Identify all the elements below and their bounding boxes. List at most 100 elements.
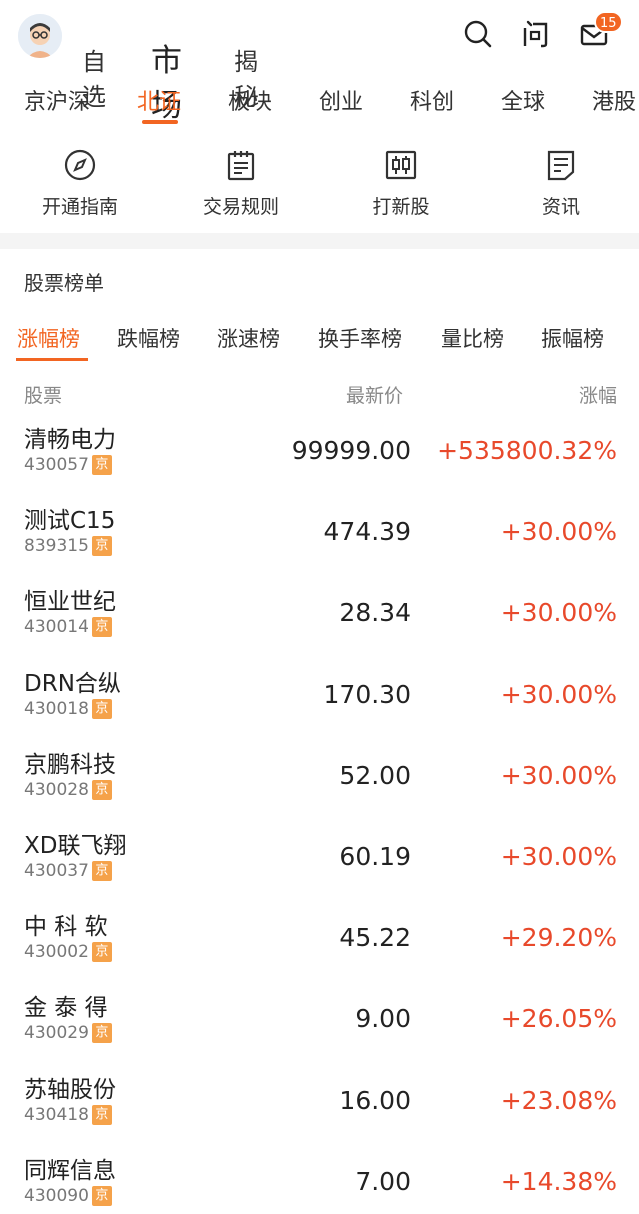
avatar-icon <box>18 14 62 58</box>
stock-code-number: 430018 <box>24 698 89 719</box>
stock-code: 430018 京 <box>24 698 112 719</box>
exchange-tag: 京 <box>91 536 112 557</box>
stock-name: 金 泰 得 <box>24 995 108 1022</box>
stock-code: 430002 京 <box>24 942 112 963</box>
stock-price: 7.00 <box>355 1166 411 1196</box>
table-row[interactable]: 苏轴股份 430418 京 16.00 +23.08% <box>0 1064 639 1145</box>
stock-code: 430029 京 <box>24 1023 112 1044</box>
stock-change: +535800.32% <box>437 436 617 465</box>
exchange-tag: 京 <box>91 1104 112 1125</box>
avatar[interactable] <box>18 14 62 58</box>
exchange-tag: 京 <box>91 779 112 800</box>
rank-tab-indicator <box>16 358 88 361</box>
table-row[interactable]: 测试C15 839315 京 474.39 +30.00% <box>0 495 639 576</box>
exchange-tag: 京 <box>91 698 112 719</box>
shortcut-ipo[interactable]: 打新股 <box>331 148 471 219</box>
stock-name: XD联飞翔 <box>24 833 127 859</box>
stock-price: 99999.00 <box>291 436 411 465</box>
stock-name: 苏轴股份 <box>24 1076 116 1103</box>
stock-code-number: 430037 <box>24 861 89 881</box>
stock-price: 52.00 <box>339 760 411 790</box>
stock-change: +26.05% <box>500 1004 617 1034</box>
table-row[interactable]: 京鹏科技 430028 京 52.00 +30.00% <box>0 739 639 820</box>
column-header-stock[interactable]: 股票 <box>24 381 62 408</box>
stock-code-number: 430057 <box>24 455 89 475</box>
stock-code-number: 430002 <box>24 942 89 963</box>
stock-change: +30.00% <box>500 842 617 871</box>
tab-ganggu[interactable]: 港股 <box>592 84 636 116</box>
stock-price: 9.00 <box>355 1004 411 1034</box>
stock-code: 430057 京 <box>24 455 112 475</box>
stock-name: 测试C15 <box>24 508 116 535</box>
tab-jinghushen[interactable]: 京沪深 <box>24 84 90 116</box>
exchange-tag: 京 <box>91 1023 112 1044</box>
stock-code-number: 839315 <box>24 536 89 557</box>
shortcut-rules-label: 交易规则 <box>202 196 279 218</box>
stock-code: 839315 京 <box>24 536 112 557</box>
tab-turnover[interactable]: 换手率榜 <box>318 323 402 353</box>
shortcut-guide-label: 开通指南 <box>41 196 118 218</box>
stock-price: 170.30 <box>323 679 411 709</box>
stock-code-number: 430418 <box>24 1104 89 1125</box>
section-divider <box>0 233 639 249</box>
table-row[interactable]: 中 科 软 430002 京 45.22 +29.20% <box>0 901 639 982</box>
market-tabs: 京沪深 北证 板块 创业 科创 全球 港股 <box>0 80 639 130</box>
tab-gainers[interactable]: 涨幅榜 <box>17 323 80 353</box>
stock-name: 恒业世纪 <box>24 589 116 616</box>
tab-quanqiu[interactable]: 全球 <box>501 84 545 116</box>
stock-code-number: 430028 <box>24 779 89 800</box>
search-icon[interactable] <box>458 14 498 54</box>
stock-name: 清畅电力 <box>24 427 116 453</box>
stock-price: 28.34 <box>339 598 411 628</box>
stock-code-number: 430090 <box>24 1185 89 1206</box>
shortcut-guide[interactable]: 开通指南 <box>10 148 150 219</box>
table-row[interactable]: 恒业世纪 430014 京 28.34 +30.00% <box>0 576 639 657</box>
stock-price: 474.39 <box>323 517 411 547</box>
exchange-tag: 京 <box>91 942 112 963</box>
stock-name: 中 科 软 <box>24 914 108 941</box>
table-row[interactable]: XD联飞翔 430037 京 60.19 +30.00% <box>0 820 639 901</box>
tab-speed[interactable]: 涨速榜 <box>217 323 280 353</box>
table-row[interactable]: 同辉信息 430090 京 7.00 +14.38% <box>0 1145 639 1214</box>
tab-beizheng[interactable]: 北证 <box>137 84 181 116</box>
stock-code: 430418 京 <box>24 1104 112 1125</box>
exchange-tag: 京 <box>91 617 112 638</box>
stock-change: +23.08% <box>500 1085 617 1115</box>
news-icon <box>547 150 575 181</box>
stock-code: 430028 京 <box>24 779 112 800</box>
stock-code: 430014 京 <box>24 617 112 638</box>
question-icon[interactable] <box>515 14 555 54</box>
shortcut-rules[interactable]: 交易规则 <box>171 148 311 219</box>
stock-price: 16.00 <box>339 1085 411 1115</box>
stock-code: 430037 京 <box>24 861 112 881</box>
stock-change: +30.00% <box>500 760 617 790</box>
table-row[interactable]: 金 泰 得 430029 京 9.00 +26.05% <box>0 982 639 1063</box>
top-bar: 自选 市场 揭秘 15 <box>0 0 639 124</box>
tab-amplitude[interactable]: 振幅榜 <box>541 323 604 353</box>
candlestick-icon <box>385 150 417 180</box>
stock-name: 京鹏科技 <box>24 751 116 778</box>
active-tab-indicator <box>142 120 178 124</box>
table-row[interactable]: DRN合纵 430018 京 170.30 +30.00% <box>0 658 639 739</box>
tab-volume-ratio[interactable]: 量比榜 <box>441 323 504 353</box>
column-header-price[interactable]: 最新价 <box>346 381 403 408</box>
stock-price: 60.19 <box>339 842 411 871</box>
rules-icon <box>227 151 255 181</box>
exchange-tag: 京 <box>91 1185 112 1206</box>
stock-price: 45.22 <box>339 923 411 953</box>
compass-icon <box>64 149 96 181</box>
exchange-tag: 京 <box>91 455 112 475</box>
shortcut-news-label: 资讯 <box>541 196 580 218</box>
stock-code-number: 430014 <box>24 617 89 638</box>
tab-kechuang[interactable]: 科创 <box>410 84 454 116</box>
stock-change: +30.00% <box>500 679 617 709</box>
stock-change: +29.20% <box>500 923 617 953</box>
section-title: 股票榜单 <box>24 271 104 295</box>
stock-change: +30.00% <box>500 517 617 547</box>
shortcut-news[interactable]: 资讯 <box>491 148 631 219</box>
tab-bankuai[interactable]: 板块 <box>228 84 272 116</box>
tab-chuangye[interactable]: 创业 <box>319 84 363 116</box>
column-header-change[interactable]: 涨幅 <box>579 381 617 408</box>
table-row[interactable]: 清畅电力 430057 京 99999.00 +535800.32% <box>0 414 639 495</box>
tab-losers[interactable]: 跌幅榜 <box>117 323 180 353</box>
